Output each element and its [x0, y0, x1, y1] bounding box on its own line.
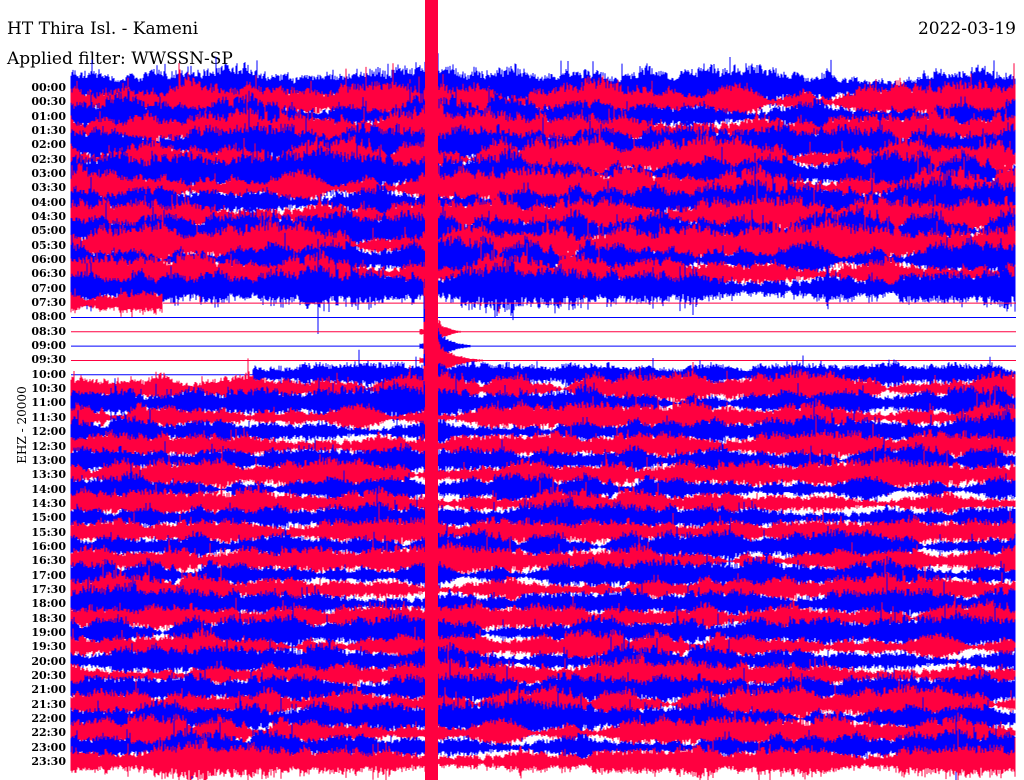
- helicorder-plot: [70, 0, 1016, 780]
- event-spike: [425, 0, 438, 780]
